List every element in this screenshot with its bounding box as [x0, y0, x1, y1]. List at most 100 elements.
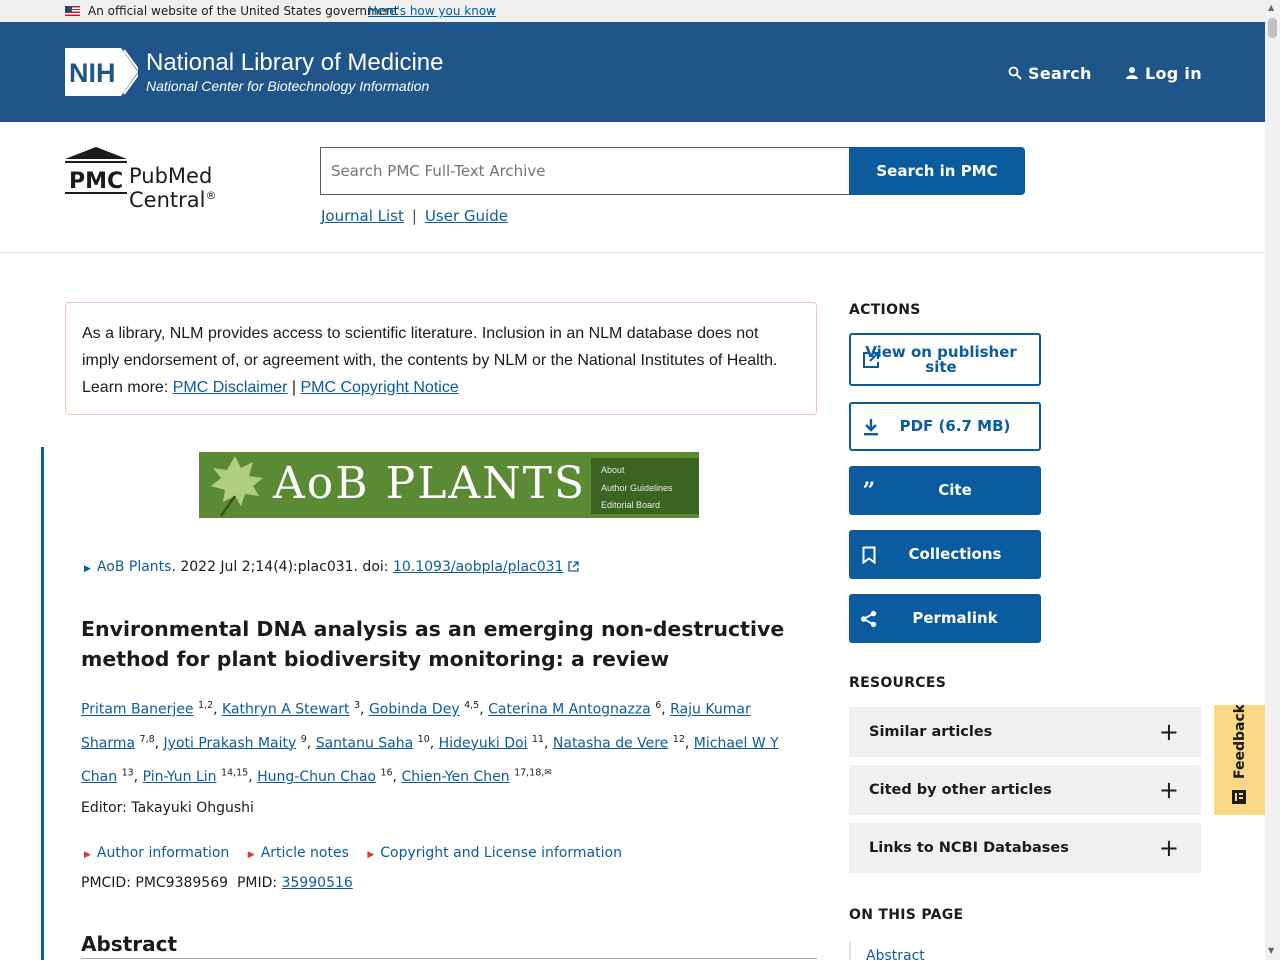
cite-button[interactable]: ” Cite — [849, 466, 1041, 515]
on-this-page-heading: ON THIS PAGE — [849, 907, 964, 923]
journal-link[interactable]: AoB Plants — [97, 559, 172, 575]
on-this-page-abstract-link[interactable]: Abstract — [866, 948, 925, 960]
ncbi-links-label: Links to NCBI Databases — [869, 840, 1069, 856]
feedback-tab[interactable]: Feedback — [1214, 705, 1265, 815]
similar-articles-accordion[interactable]: Similar articles + — [849, 707, 1201, 757]
download-icon — [862, 418, 880, 436]
author-affiliation[interactable]: 12 — [673, 734, 685, 745]
email-envelope-icon[interactable]: ✉ — [544, 768, 552, 778]
feedback-icon — [1232, 790, 1246, 804]
bookmark-icon — [860, 546, 878, 564]
disclaimer-separator: | — [287, 379, 301, 396]
abstract-divider — [81, 958, 817, 959]
view-on-publisher-site-button[interactable]: View on publisher site — [849, 333, 1041, 386]
author-affiliation[interactable]: 14,15 — [221, 768, 248, 779]
author-information-toggle[interactable]: ▶ Author information — [84, 845, 229, 861]
author-affiliation[interactable]: 16 — [380, 768, 392, 779]
doi-link[interactable]: 10.1093/aobpla/plac031 — [393, 559, 564, 575]
pmc-disclaimer-link[interactable]: PMC Disclaimer — [173, 379, 288, 396]
author-affiliation[interactable]: 4,5 — [464, 700, 479, 711]
actions-heading: ACTIONS — [849, 302, 921, 318]
expand-triangle-icon: ▶ — [84, 850, 91, 860]
quote-icon: ” — [862, 477, 876, 504]
author-link[interactable]: Pin-Yun Lin — [143, 769, 217, 785]
author-link[interactable]: Gobinda Dey — [369, 702, 460, 718]
pmc-search-input[interactable] — [320, 147, 850, 195]
article-meta-links: ▶ Author information ▶ Article notes ▶ Copy… — [84, 845, 636, 861]
author-link[interactable]: Hung-Chun Chao — [257, 769, 376, 785]
scrollbar-thumb[interactable] — [1268, 18, 1277, 38]
author-link[interactable]: Chien-Yen Chen — [401, 769, 509, 785]
pmid-link[interactable]: 35990516 — [282, 875, 353, 891]
user-icon — [1126, 67, 1138, 79]
article-ids: PMCID: PMC9389569 PMID: 35990516 — [81, 875, 353, 891]
journal-menu-about[interactable]: About — [601, 462, 673, 480]
login-button[interactable]: Log in — [1125, 62, 1202, 84]
external-link-icon[interactable] — [568, 561, 579, 572]
article-citation: ▶ AoB Plants. 2022 Jul 2;14(4):plac031. d… — [84, 559, 579, 575]
similar-articles-label: Similar articles — [869, 724, 993, 740]
svg-text:NIH: NIH — [69, 58, 116, 88]
author-link[interactable]: Jyoti Prakash Maity — [164, 735, 297, 751]
pmc-building-icon: PMC — [65, 147, 127, 194]
author-link[interactable]: Santanu Saha — [316, 735, 414, 751]
author-affiliation[interactable]: 3 — [354, 700, 360, 711]
copyright-license-toggle[interactable]: ▶ Copyright and License information — [367, 845, 622, 861]
search-in-pmc-button[interactable]: Search in PMC — [849, 147, 1025, 195]
journal-banner[interactable]: AoB PLANTS About Author Guidelines Edito… — [199, 452, 699, 518]
abstract-heading: Abstract — [81, 932, 178, 956]
login-label: Log in — [1145, 63, 1202, 83]
author-link[interactable]: Natasha de Vere — [553, 735, 668, 751]
author-affiliation[interactable]: 6 — [655, 700, 661, 711]
page-scrollbar[interactable]: ▲ ▼ — [1265, 0, 1280, 960]
link-separator: | — [411, 207, 417, 225]
pdf-download-button[interactable]: PDF (6.7 MB) — [849, 402, 1041, 451]
author-affiliation[interactable]: 9 — [301, 734, 307, 745]
nlm-disclaimer: As a library, NLM provides access to sci… — [65, 302, 817, 415]
pmid-label: PMID: — [236, 875, 282, 891]
header-search-button[interactable]: Search — [1008, 62, 1092, 84]
article-notes-toggle[interactable]: ▶ Article notes — [248, 845, 349, 861]
nih-logo[interactable]: NIH — [65, 48, 138, 96]
author-link[interactable]: Kathryn A Stewart — [222, 702, 350, 718]
permalink-button[interactable]: Permalink — [849, 594, 1041, 643]
author-link[interactable]: Caterina M Antognazza — [488, 702, 651, 718]
pmcid: PMCID: PMC9389569 — [81, 875, 229, 891]
author-affiliation[interactable]: 10 — [418, 734, 430, 745]
expand-triangle-icon: ▶ — [247, 850, 255, 860]
ncbi-links-accordion[interactable]: Links to NCBI Databases + — [849, 823, 1201, 873]
journal-list-link[interactable]: Journal List — [321, 207, 404, 225]
nlm-header: NIH National Library of Medicine Nationa… — [0, 22, 1265, 122]
author-affiliation[interactable]: 1,2 — [198, 700, 213, 711]
chevron-down-icon[interactable]: ⌄ — [487, 3, 496, 16]
plus-icon: + — [1158, 834, 1179, 862]
author-affiliation[interactable]: 11 — [532, 734, 544, 745]
us-flag-icon — [65, 6, 80, 16]
author-affiliation[interactable]: 17,18, — [514, 768, 544, 779]
pmc-logo[interactable]: PMC PubMed Central® — [65, 146, 305, 212]
nlm-title[interactable]: National Library of Medicine — [146, 49, 443, 77]
pmc-copyright-notice-link[interactable]: PMC Copyright Notice — [300, 379, 458, 396]
scroll-down-arrow-icon[interactable]: ▼ — [1268, 946, 1274, 955]
feedback-label: Feedback — [1232, 705, 1248, 779]
author-list: Pritam Banerjee 1,2, Kathryn A Stewart 3… — [81, 700, 779, 786]
author-affiliation[interactable]: 7,8 — [140, 734, 155, 745]
author-link[interactable]: Hideyuki Doi — [439, 735, 528, 751]
collections-button[interactable]: Collections — [849, 530, 1041, 579]
scroll-up-arrow-icon[interactable]: ▲ — [1268, 3, 1274, 12]
expand-triangle-icon[interactable]: ▶ — [84, 564, 91, 574]
cited-by-label: Cited by other articles — [869, 782, 1052, 798]
journal-menu-editorial-board[interactable]: Editorial Board — [601, 497, 673, 515]
share-icon — [860, 610, 878, 628]
gov-banner: An official website of the United States… — [0, 0, 1265, 22]
pmc-name: PubMed Central® — [129, 164, 217, 212]
cited-by-accordion[interactable]: Cited by other articles + — [849, 765, 1201, 815]
ncbi-subtitle: National Center for Biotechnology Inform… — [146, 78, 430, 94]
author-affiliation[interactable]: 13 — [122, 768, 134, 779]
journal-name: AoB PLANTS — [273, 458, 587, 509]
user-guide-link[interactable]: User Guide — [425, 207, 508, 225]
journal-menu-author-guidelines[interactable]: Author Guidelines — [601, 480, 673, 498]
resources-heading: RESOURCES — [849, 675, 947, 691]
heres-how-you-know-link[interactable]: Here's how you know — [368, 4, 496, 18]
author-link[interactable]: Pritam Banerjee — [81, 702, 194, 718]
